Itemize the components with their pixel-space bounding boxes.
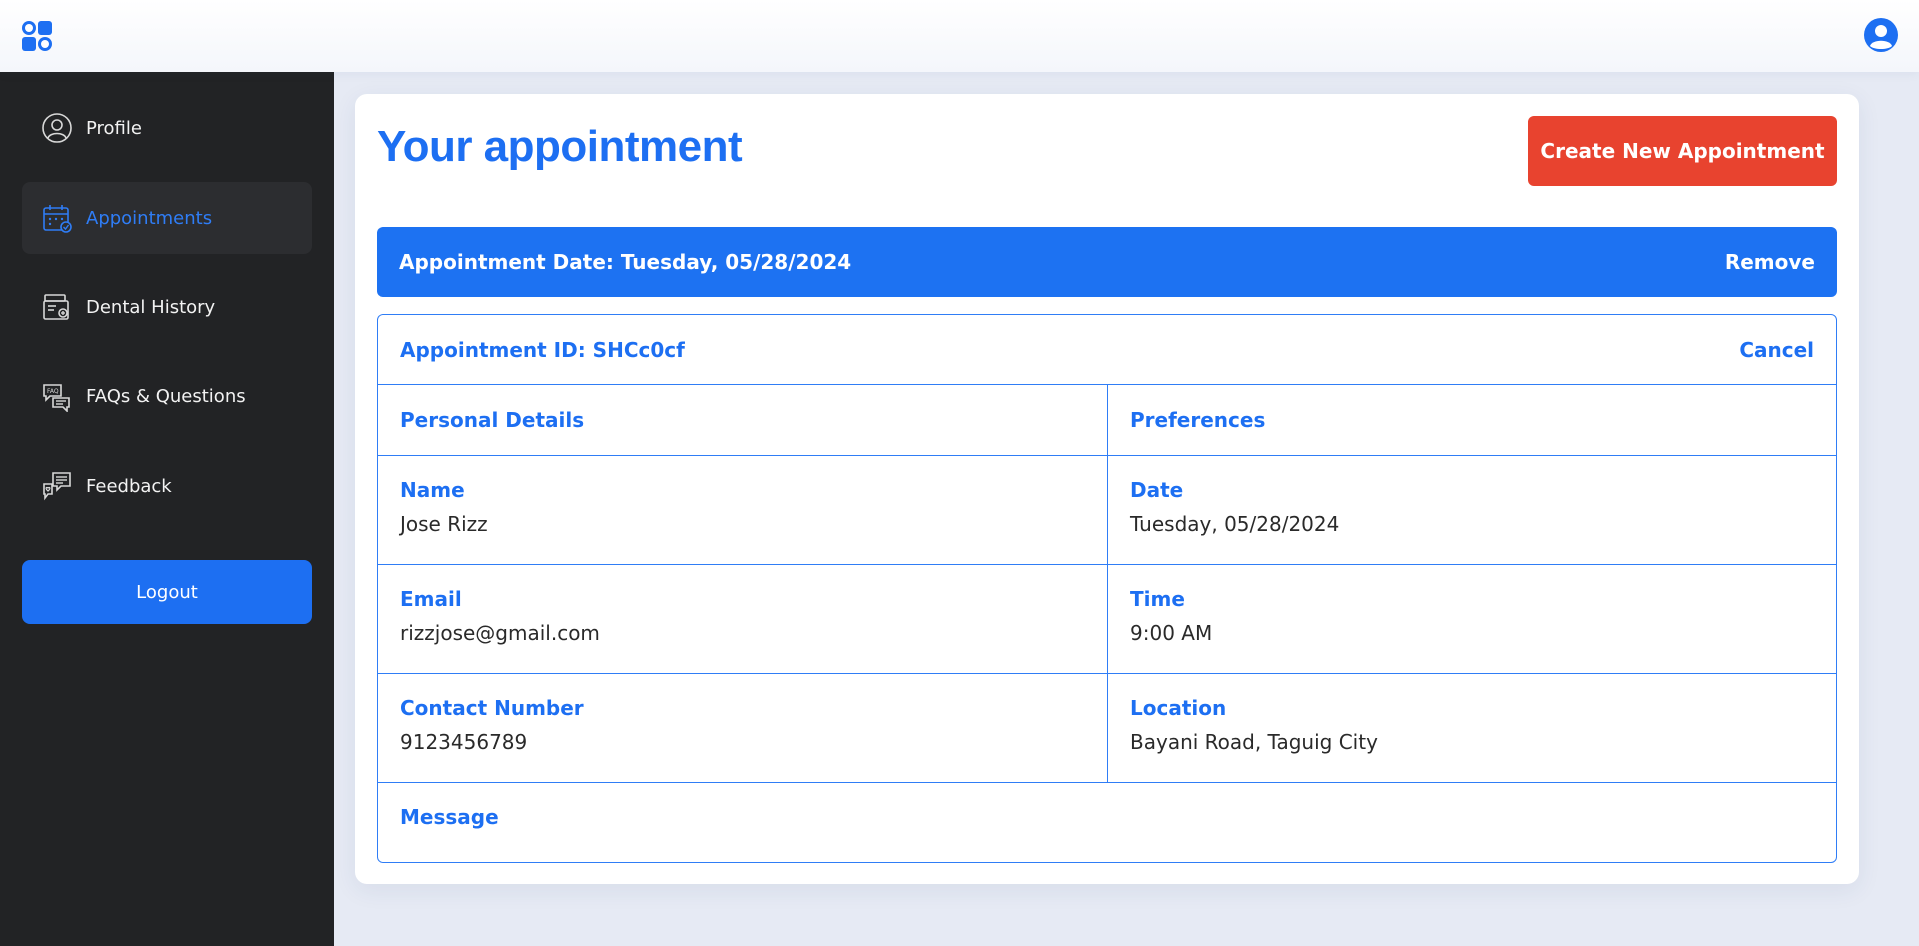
name-value: Jose Rizz bbox=[400, 512, 488, 536]
sidebar-item-label: Profile bbox=[86, 117, 142, 139]
sidebar-item-faqs[interactable]: FAQ FAQs & Questions bbox=[22, 360, 312, 432]
appointment-date-bar: Appointment Date: Tuesday, 05/28/2024 Re… bbox=[377, 227, 1837, 297]
svg-text:FAQ: FAQ bbox=[47, 388, 59, 395]
time-value: 9:00 AM bbox=[1130, 621, 1213, 645]
table-row: Contact Number 9123456789 Location Bayan… bbox=[378, 674, 1836, 783]
section-header-row: Personal Details Preferences bbox=[378, 385, 1836, 456]
date-cell: Date Tuesday, 05/28/2024 bbox=[1108, 456, 1836, 564]
appointment-id-row: Appointment ID: SHCc0cf Cancel bbox=[378, 315, 1836, 385]
sidebar-item-appointments[interactable]: Appointments bbox=[22, 182, 312, 254]
sidebar-item-label: Feedback bbox=[86, 475, 172, 497]
calendar-icon bbox=[40, 201, 74, 235]
email-value: rizzjose@gmail.com bbox=[400, 621, 600, 645]
location-value: Bayani Road, Taguig City bbox=[1130, 730, 1378, 754]
sidebar-item-label: Appointments bbox=[86, 207, 213, 229]
message-row: Message bbox=[378, 783, 1836, 862]
feedback-icon bbox=[40, 469, 74, 503]
remove-button[interactable]: Remove bbox=[1725, 250, 1815, 274]
location-cell: Location Bayani Road, Taguig City bbox=[1108, 674, 1836, 782]
dental-history-icon bbox=[40, 290, 74, 324]
top-header bbox=[0, 0, 1919, 72]
personal-details-header: Personal Details bbox=[400, 408, 585, 432]
appointment-date-label: Appointment Date: Tuesday, 05/28/2024 bbox=[399, 250, 852, 274]
profile-icon bbox=[40, 111, 74, 145]
sidebar-item-profile[interactable]: Profile bbox=[22, 92, 312, 164]
time-cell: Time 9:00 AM bbox=[1108, 565, 1836, 673]
message-cell: Message bbox=[378, 783, 1836, 862]
table-row: Email rizzjose@gmail.com Time 9:00 AM bbox=[378, 565, 1836, 674]
sidebar-item-label: Dental History bbox=[86, 296, 216, 318]
sidebar: Profile Appointments Dental History FAQ … bbox=[0, 72, 334, 946]
time-label: Time bbox=[1130, 587, 1185, 611]
sidebar-item-feedback[interactable]: Feedback bbox=[22, 450, 312, 522]
user-avatar-icon[interactable] bbox=[1863, 17, 1899, 53]
name-label: Name bbox=[400, 478, 465, 502]
sidebar-item-label: FAQs & Questions bbox=[86, 385, 246, 407]
table-row: Name Jose Rizz Date Tuesday, 05/28/2024 bbox=[378, 456, 1836, 565]
personal-details-header-cell: Personal Details bbox=[378, 385, 1108, 455]
appointment-card: Your appointment Create New Appointment … bbox=[355, 94, 1859, 884]
contact-value: 9123456789 bbox=[400, 730, 528, 754]
location-label: Location bbox=[1130, 696, 1227, 720]
appointment-id: Appointment ID: SHCc0cf bbox=[400, 337, 685, 362]
date-label: Date bbox=[1130, 478, 1184, 502]
create-appointment-button[interactable]: Create New Appointment bbox=[1528, 116, 1837, 186]
cancel-button[interactable]: Cancel bbox=[1739, 338, 1814, 362]
date-value: Tuesday, 05/28/2024 bbox=[1130, 512, 1340, 536]
contact-cell: Contact Number 9123456789 bbox=[378, 674, 1108, 782]
name-cell: Name Jose Rizz bbox=[378, 456, 1108, 564]
preferences-header: Preferences bbox=[1130, 408, 1266, 432]
preferences-header-cell: Preferences bbox=[1108, 385, 1836, 455]
email-cell: Email rizzjose@gmail.com bbox=[378, 565, 1108, 673]
faq-icon: FAQ bbox=[40, 379, 74, 413]
page-title: Your appointment bbox=[377, 122, 743, 171]
app-logo-icon[interactable] bbox=[20, 18, 56, 54]
message-label: Message bbox=[400, 805, 499, 829]
appointment-details-table: Appointment ID: SHCc0cf Cancel Personal … bbox=[377, 314, 1837, 863]
email-label: Email bbox=[400, 587, 462, 611]
logout-button[interactable]: Logout bbox=[22, 560, 312, 624]
sidebar-item-dental-history[interactable]: Dental History bbox=[22, 271, 312, 343]
contact-label: Contact Number bbox=[400, 696, 584, 720]
